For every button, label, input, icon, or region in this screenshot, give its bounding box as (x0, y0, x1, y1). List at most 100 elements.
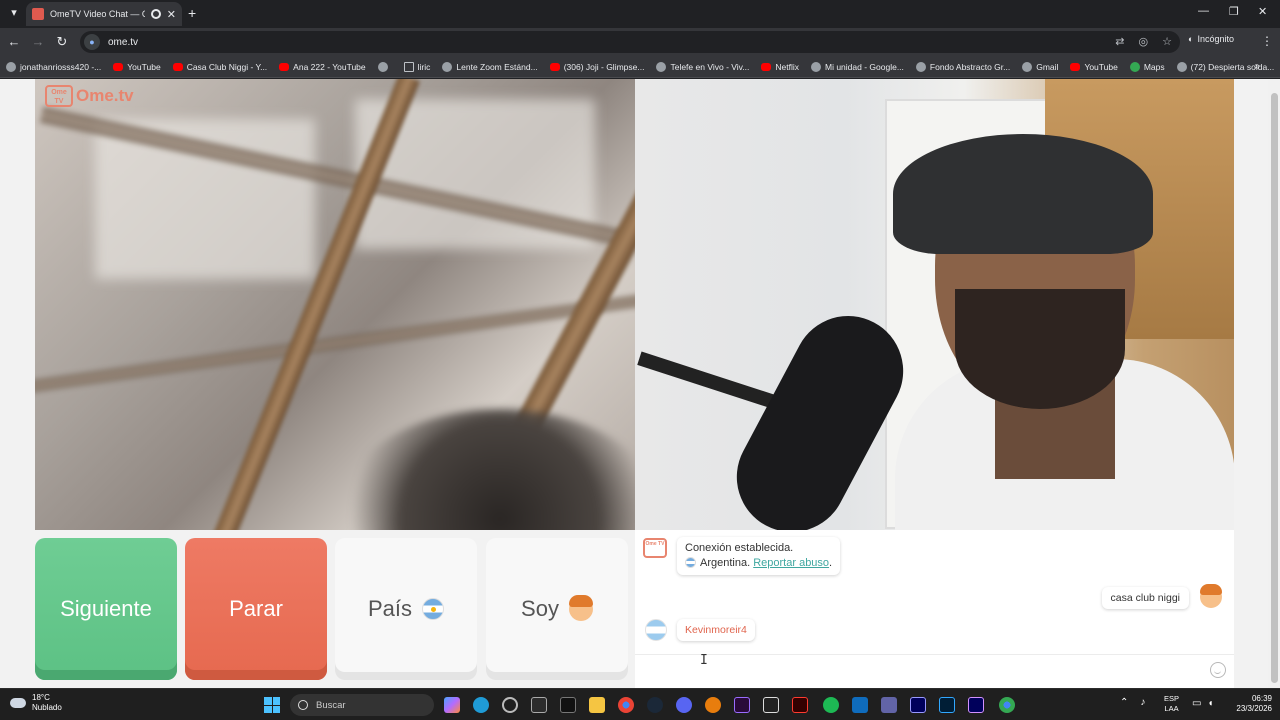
bookmark-label: (306) Joji - Glimpse... (563, 61, 645, 72)
menu-kebab-icon[interactable]: ⋮ (1261, 34, 1273, 48)
after-effects-alt-icon[interactable] (734, 697, 750, 713)
back-icon[interactable]: ← (6, 34, 22, 50)
tab-search-icon[interactable]: ▾ (6, 5, 22, 21)
tray-chevron-icon[interactable]: ⌃ (1120, 697, 1128, 708)
spotify-icon[interactable] (823, 697, 839, 713)
bookmark-star-icon[interactable]: ☆ (1162, 35, 1172, 48)
report-abuse-link[interactable]: Reportar abuso (753, 557, 829, 569)
outlook-icon[interactable] (852, 697, 868, 713)
incognito-indicator[interactable]: ◐ Incógnito (1188, 34, 1234, 44)
copilot-icon[interactable] (444, 697, 460, 713)
bookmark-item[interactable]: Maps (1129, 61, 1165, 72)
bookmark-item[interactable]: Ana 222 - YouTube (279, 61, 366, 72)
globe-icon (442, 61, 453, 72)
gender-button[interactable]: Soy (486, 538, 628, 680)
settings-icon[interactable] (502, 697, 518, 713)
logo-badge: Ome TV (45, 85, 73, 107)
blurred-hair (335, 409, 635, 530)
minimize-icon[interactable]: — (1198, 5, 1209, 17)
country-label: País (367, 596, 413, 621)
next-button[interactable]: Siguiente (35, 538, 177, 680)
gender-label: Soy (521, 596, 559, 621)
chat-input[interactable] (645, 661, 1185, 683)
bookmark-item[interactable]: Telefe en Vivo - Viv... (656, 61, 749, 72)
bookmark-item[interactable]: Lente Zoom Estánd... (442, 61, 538, 72)
bookmark-label: (72) Despierta solda... (1190, 61, 1275, 72)
incognito-icon: ◐ (1188, 34, 1194, 44)
bookmark-item[interactable]: Mi unidad - Google... (811, 61, 904, 72)
bookmark-item[interactable]: Gmail (1022, 61, 1058, 72)
emoji-picker-icon[interactable] (1210, 662, 1226, 678)
bookmark-label: Lente Zoom Estánd... (456, 61, 538, 72)
unity-icon[interactable] (763, 697, 779, 713)
folder-icon (403, 61, 414, 72)
bookmark-label: Ana 222 - YouTube (293, 61, 366, 72)
after-effects-icon[interactable] (968, 697, 984, 713)
stop-button[interactable]: Parar (185, 538, 327, 680)
weather-widget[interactable]: 18°C Nublado (10, 693, 62, 713)
forward-icon[interactable]: → (30, 34, 46, 50)
discord-icon[interactable] (676, 697, 692, 713)
translate-icon[interactable]: ⇄ (1115, 35, 1124, 48)
bookmark-item[interactable]: Netflix (761, 62, 799, 72)
photoshop-icon[interactable] (939, 697, 955, 713)
more-bookmarks-icon[interactable]: » (1254, 61, 1260, 72)
bookmark-item[interactable]: YouTube (113, 62, 161, 72)
premiere-icon[interactable] (910, 697, 926, 713)
browser-toolbar: ← → ↻ ● ome.tv ⇄ ◎ ☆ ◐ Incógnito ⋮ (0, 28, 1280, 56)
teams-icon[interactable] (881, 697, 897, 713)
close-window-icon[interactable]: ✕ (1258, 5, 1267, 18)
bookmark-item[interactable]: YouTube (1070, 61, 1118, 72)
bookmark-item[interactable]: jonathanriosss420 -... (6, 61, 101, 72)
browser-tab[interactable]: OmeTV Video Chat — Ome ✕ (26, 2, 182, 26)
language-indicator[interactable]: ESP LAA (1164, 694, 1179, 714)
eye-off-icon[interactable]: ◎ (1139, 35, 1149, 48)
youtube-icon (549, 62, 560, 71)
file-explorer-icon[interactable] (589, 697, 605, 713)
new-tab-icon[interactable]: + (188, 5, 196, 21)
windows-start-icon[interactable] (264, 697, 280, 713)
argentina-flag-icon (422, 598, 445, 620)
restore-icon[interactable]: ❐ (1229, 5, 1239, 18)
argentina-flag-icon (685, 557, 696, 568)
reload-icon[interactable]: ↻ (54, 34, 70, 50)
clock-date: 23/3/2026 (1236, 704, 1272, 713)
volume-icon[interactable]: ◖ (1207, 698, 1213, 709)
youtube-icon (172, 62, 183, 71)
bookmark-label: Casa Club Niggi - Y... (186, 61, 268, 72)
store-icon[interactable] (531, 697, 547, 713)
tab-title: OmeTV Video Chat — Ome (50, 9, 145, 19)
edge-icon[interactable] (473, 697, 489, 713)
clock[interactable]: 06:39 23/3/2026 (1228, 694, 1272, 714)
person-cap (893, 134, 1153, 254)
country-button[interactable]: País (335, 538, 477, 680)
bookmark-item[interactable]: Fondo Abstracto Gr... (915, 61, 1010, 72)
network-icon[interactable]: ▭ (1192, 698, 1201, 709)
bookmark-item[interactable]: liric (403, 61, 430, 72)
epic-games-icon[interactable] (560, 697, 576, 713)
site-info-icon[interactable]: ● (84, 34, 100, 50)
report-suffix: . (829, 557, 833, 569)
chrome-icon[interactable] (618, 697, 634, 713)
globe-icon (1022, 61, 1033, 72)
ometv-logo: Ome TV Ome.tv (45, 85, 134, 107)
page-scrollbar[interactable] (1268, 79, 1280, 688)
close-tab-icon[interactable]: ✕ (167, 8, 176, 21)
chat-panel: Ome TV Conexión establecida. Argentina. … (635, 530, 1234, 688)
chrome-active-icon[interactable] (999, 697, 1015, 713)
bookmark-item[interactable] (377, 61, 392, 72)
bookmark-label: YouTube (1084, 61, 1118, 72)
globe-icon (377, 61, 388, 72)
bookmark-item[interactable]: Casa Club Niggi - Y... (172, 61, 268, 72)
illustrator-icon[interactable] (792, 697, 808, 713)
steam-icon[interactable] (647, 697, 663, 713)
scroll-thumb[interactable] (1271, 93, 1278, 683)
taskbar-search[interactable]: Buscar (290, 694, 434, 716)
bookmark-item[interactable]: (306) Joji - Glimpse... (549, 61, 645, 72)
weather-text: 18°C Nublado (32, 693, 62, 713)
ometv-page: Ome TV Ome.tv Siguiente Parar País Soy O… (0, 79, 1280, 688)
globe-icon (6, 61, 16, 72)
microphone-icon[interactable]: ♪ (1140, 697, 1145, 708)
blender-icon[interactable] (705, 697, 721, 713)
address-bar[interactable]: ● ome.tv ⇄ ◎ ☆ (80, 31, 1180, 53)
